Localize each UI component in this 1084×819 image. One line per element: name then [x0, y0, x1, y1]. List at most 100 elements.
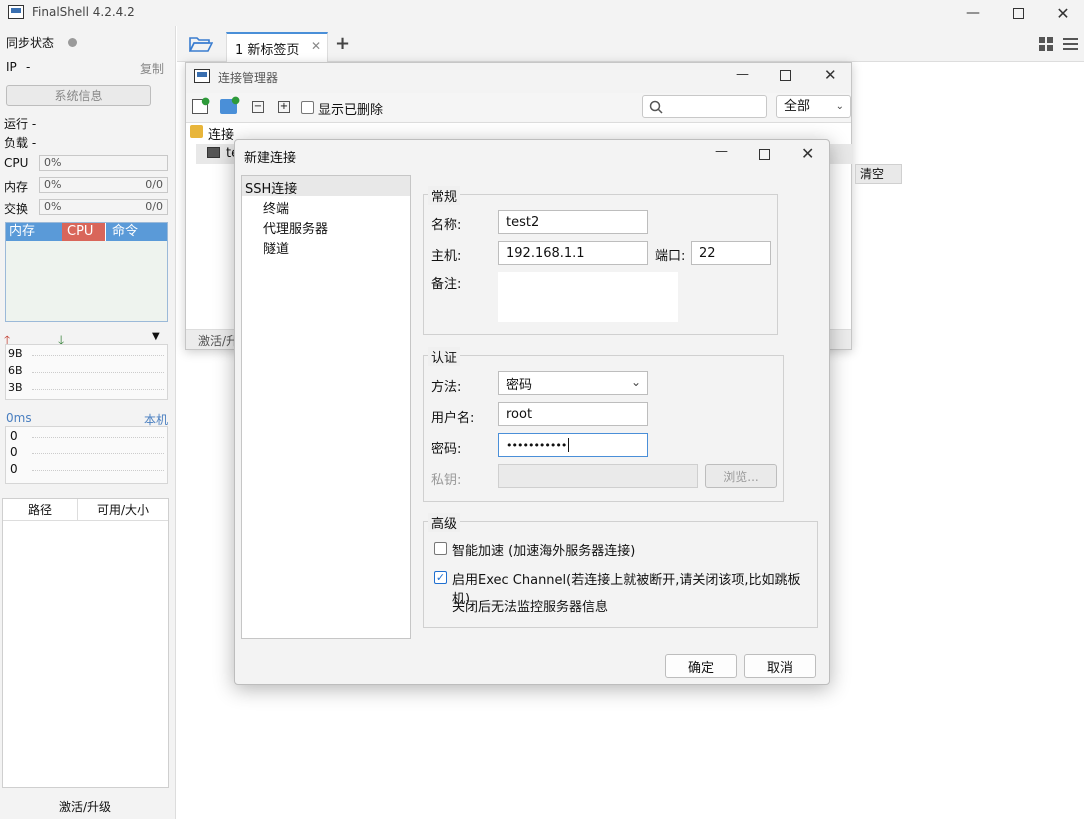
grid-view-icon[interactable] [1039, 37, 1054, 51]
nav-item-tunnel[interactable]: 隧道 [263, 238, 289, 257]
process-table: 内存 CPU 命令 [5, 222, 168, 322]
disk-header-path[interactable]: 路径 [3, 499, 78, 521]
show-deleted-checkbox[interactable] [301, 101, 314, 114]
conn-manager-title: 连接管理器 [218, 71, 279, 85]
clear-button[interactable]: 清空 [855, 164, 902, 184]
conn-search-input[interactable] [642, 95, 767, 118]
collapse-all-icon[interactable]: − [252, 101, 264, 113]
method-label: 方法: [431, 380, 462, 395]
ping-chart: 0 0 0 [5, 426, 168, 484]
port-label: 端口: [655, 249, 686, 264]
new-connection-icon[interactable]: ● [192, 96, 210, 114]
conn-status-text[interactable]: 激活/升 [198, 332, 238, 349]
username-label: 用户名: [431, 411, 475, 426]
dialog-maximize-icon[interactable] [759, 149, 770, 160]
sync-status-dot [68, 38, 77, 47]
general-group: 常规 名称: test2 主机: 192.168.1.1 端口: 22 备注: [423, 186, 778, 335]
cpu-label: CPU [4, 156, 29, 170]
process-tab-cpu[interactable]: CPU [62, 223, 105, 241]
add-tab-icon[interactable]: + [335, 33, 350, 54]
disk-table: 路径 可用/大小 [2, 498, 169, 788]
private-key-input[interactable] [498, 464, 698, 488]
new-folder-icon[interactable]: ● [220, 95, 240, 114]
folder-icon [190, 125, 203, 138]
note-label: 备注: [431, 277, 462, 292]
terminal-icon [207, 147, 220, 158]
cancel-button[interactable]: 取消 [744, 654, 816, 678]
exec-channel-note: 关闭后无法监控服务器信息 [452, 600, 609, 615]
chevron-down-icon: ⌄ [835, 101, 844, 112]
host-input[interactable]: 192.168.1.1 [498, 241, 648, 265]
new-connection-dialog: 新建连接 — ✕ SSH连接 终端 代理服务器 隧道 常规 名称: test2 … [234, 139, 830, 685]
nav-item-terminal[interactable]: 终端 [263, 198, 289, 217]
ping-label: 0ms [6, 411, 32, 425]
auth-method-select[interactable]: 密码 ⌄ [498, 371, 648, 395]
auth-title: 认证 [428, 347, 461, 366]
tab-close-icon[interactable]: ✕ [311, 39, 321, 53]
conn-maximize-icon[interactable] [780, 70, 791, 81]
uptime-label: 运行 - [4, 117, 37, 131]
nav-item-ssh[interactable]: SSH连接 [245, 178, 297, 197]
tree-root-label[interactable]: 连接 [208, 124, 234, 143]
folder-open-icon[interactable] [188, 35, 214, 53]
auth-group: 认证 方法: 密码 ⌄ 用户名: root 密码: ••••••••••• 私钥… [423, 347, 784, 502]
app-icon [8, 5, 24, 19]
password-input[interactable]: ••••••••••• [498, 433, 648, 457]
ping-value: 0 [10, 462, 18, 476]
host-label: 主机: [431, 249, 462, 264]
maximize-icon[interactable] [995, 0, 1041, 26]
chevron-down-icon: ⌄ [630, 375, 641, 389]
conn-minimize-icon[interactable]: — [736, 67, 749, 82]
name-input[interactable]: test2 [498, 210, 648, 234]
dialog-title: 新建连接 [244, 151, 297, 166]
conn-close-icon[interactable]: ✕ [824, 66, 837, 84]
close-icon[interactable]: ✕ [1040, 0, 1084, 26]
network-dropdown-icon[interactable]: ▼ [152, 331, 160, 342]
memory-label: 内存 [4, 180, 29, 194]
window-titlebar: FinalShell 4.2.4.2 — ✕ [0, 0, 1084, 26]
ping-value: 0 [10, 429, 18, 443]
memory-meter: 0% 0/0 [39, 177, 168, 193]
ok-button[interactable]: 确定 [665, 654, 737, 678]
username-input[interactable]: root [498, 402, 648, 426]
general-title: 常规 [428, 186, 461, 205]
ip-value: - [26, 60, 31, 74]
network-chart: 9B 6B 3B [5, 344, 168, 400]
process-tab-command[interactable]: 命令 [105, 223, 167, 241]
smart-accel-checkbox[interactable] [434, 542, 447, 555]
tab-new-label: 1 新标签页 [235, 43, 300, 58]
net-tick: 6B [8, 364, 23, 377]
advanced-title: 高级 [428, 513, 461, 532]
name-label: 名称: [431, 218, 462, 233]
nav-item-proxy[interactable]: 代理服务器 [263, 218, 328, 237]
advanced-group: 高级 智能加速 (加速海外服务器连接) ✓ 启用Exec Channel(若连接… [423, 513, 818, 628]
ip-label: IP [6, 60, 17, 74]
tab-new[interactable]: 1 新标签页 ✕ [226, 32, 328, 63]
copy-link[interactable]: 复制 [140, 60, 164, 77]
port-input[interactable]: 22 [691, 241, 771, 265]
password-label: 密码: [431, 442, 462, 457]
conn-filter-select[interactable]: 全部 ⌄ [776, 95, 851, 118]
net-tick: 9B [8, 347, 23, 360]
monitor-sidebar: 同步状态 IP - 复制 系统信息 运行 - 负载 - CPU 0% 内存 0%… [0, 26, 176, 819]
minimize-icon[interactable]: — [950, 0, 996, 26]
expand-all-icon[interactable]: + [278, 101, 290, 113]
show-deleted-label: 显示已删除 [318, 103, 384, 118]
system-info-button[interactable]: 系统信息 [6, 85, 151, 106]
disk-header-size[interactable]: 可用/大小 [78, 499, 168, 521]
process-tab-memory[interactable]: 内存 [6, 223, 62, 241]
menu-icon[interactable] [1063, 37, 1078, 51]
browse-button[interactable]: 浏览... [705, 464, 777, 488]
activate-upgrade-link[interactable]: 激活/升级 [0, 798, 170, 815]
ping-value: 0 [10, 445, 18, 459]
dialog-close-icon[interactable]: ✕ [801, 144, 814, 163]
note-textarea[interactable] [498, 272, 678, 322]
swap-meter: 0% 0/0 [39, 199, 168, 215]
net-tick: 3B [8, 381, 23, 394]
exec-channel-checkbox[interactable]: ✓ [434, 571, 447, 584]
conn-manager-icon [194, 69, 210, 83]
conn-toolbar: ● ● − + 显示已删除 全部 ⌄ [186, 93, 851, 123]
settings-nav: SSH连接 终端 代理服务器 隧道 [241, 175, 411, 639]
window-title: FinalShell 4.2.4.2 [32, 5, 135, 19]
dialog-minimize-icon[interactable]: — [715, 144, 728, 159]
